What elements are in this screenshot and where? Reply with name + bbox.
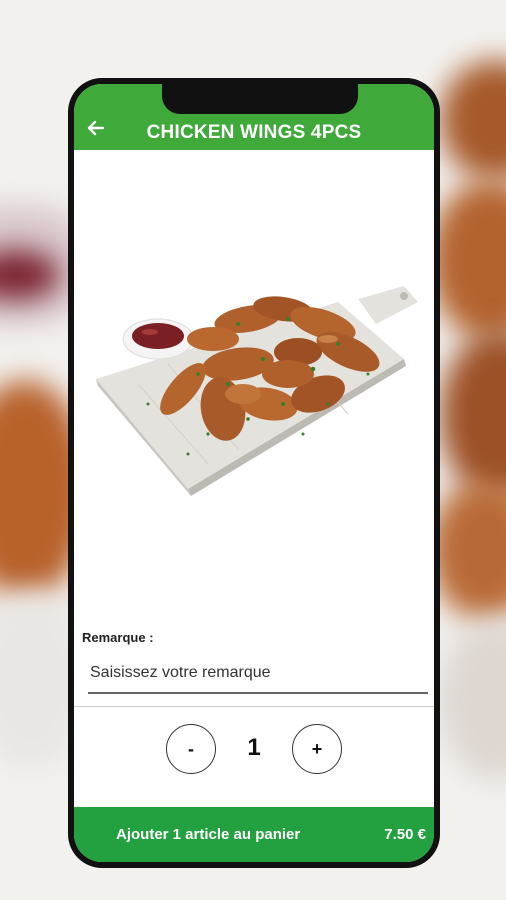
phone-frame: CHICKEN WINGS 4PCS Remarque: Saisissez … <box>68 78 440 868</box>
app-screen: CHICKEN WINGS 4PCS Remarque: Saisissez … <box>74 84 434 862</box>
cart-price: 7.50 € <box>384 826 426 843</box>
bg-plate <box>440 620 506 780</box>
phone-notch <box>162 84 358 114</box>
bg-chicken-wing <box>430 480 506 620</box>
quantity-value: 1 <box>247 734 261 761</box>
divider <box>74 706 434 707</box>
add-to-cart-button[interactable]: Ajouter 1 article au panier 7.50 € <box>74 807 434 862</box>
bg-chicken-wing <box>440 330 506 500</box>
sauce-bowl <box>122 318 194 360</box>
bg-chicken-wing <box>440 60 506 180</box>
bg-chicken-wing <box>430 180 506 340</box>
add-to-cart-label: Ajouter 1 article au panier <box>116 826 301 843</box>
remark-input[interactable] <box>88 654 428 694</box>
increase-quantity-button[interactable]: + <box>292 724 342 774</box>
page-title: CHICKEN WINGS 4PCS <box>146 122 362 143</box>
remark-label: Remarque : <box>82 630 154 645</box>
decrease-quantity-button[interactable]: - <box>166 724 216 774</box>
product-image <box>96 286 418 496</box>
